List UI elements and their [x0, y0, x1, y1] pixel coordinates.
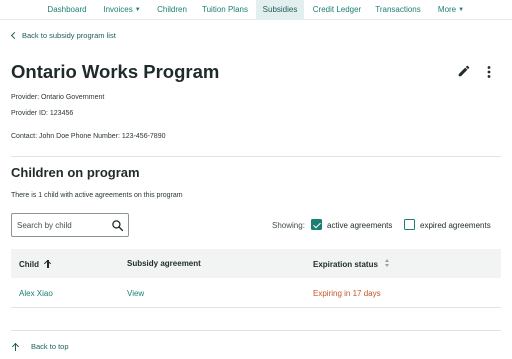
chevron-left-icon: [10, 31, 19, 40]
view-agreement-link[interactable]: View: [127, 289, 144, 298]
sort-icon: [384, 259, 390, 268]
contact-text: Contact: John Doe Phone Number: 123-456-…: [11, 133, 166, 140]
showing-label: Showing:: [272, 221, 305, 230]
table-header: [11, 249, 501, 278]
section-divider: [11, 156, 501, 157]
more-vertical-icon[interactable]: [483, 65, 495, 79]
column-expiration-status[interactable]: Expiration status: [313, 259, 390, 269]
arrow-up-icon: [12, 342, 19, 351]
edit-pencil-icon[interactable]: [457, 64, 471, 78]
expired-agreements-label[interactable]: expired agreements: [420, 221, 491, 230]
table-row-divider: [11, 307, 501, 308]
page-title: Ontario Works Program: [11, 61, 220, 82]
column-child-label: Child: [19, 260, 39, 269]
column-subsidy-agreement: Subsidy agreement: [127, 259, 201, 268]
active-agreements-label[interactable]: active agreements: [327, 221, 392, 230]
top-navigation: Dashboard Invoices ▼ Children Tuition Pla…: [0, 0, 512, 20]
column-expiration-status-label: Expiration status: [313, 260, 378, 269]
nav-transactions[interactable]: Transactions: [368, 0, 428, 20]
expiration-status: Expiring in 17 days: [313, 289, 381, 298]
back-to-top-label: Back to top: [31, 342, 69, 351]
nav-more[interactable]: More ▼: [430, 0, 472, 20]
sort-ascending-icon: [44, 259, 52, 268]
nav-credit-ledger[interactable]: Credit Ledger: [306, 0, 368, 20]
active-agreements-checkbox[interactable]: [311, 219, 322, 230]
nav-invoices-label: Invoices: [103, 5, 133, 14]
footer-divider: [11, 330, 501, 331]
section-title: Children on program: [11, 165, 140, 180]
provider-text: Provider: Ontario Government: [11, 94, 105, 101]
nav-subsidies[interactable]: Subsidies: [256, 0, 304, 20]
nav-credit-ledger-label: Credit Ledger: [312, 5, 362, 14]
nav-invoices[interactable]: Invoices ▼: [96, 0, 148, 20]
child-name-link[interactable]: Alex Xiao: [19, 289, 53, 298]
nav-dashboard-label: Dashboard: [47, 5, 87, 14]
nav-subsidies-label: Subsidies: [262, 5, 298, 14]
back-to-top-link[interactable]: Back to top: [12, 342, 69, 351]
nav-dashboard[interactable]: Dashboard: [38, 0, 96, 20]
search-box: [11, 213, 129, 237]
section-subtitle: There is 1 child with active agreements …: [11, 192, 183, 199]
nav-children[interactable]: Children: [148, 0, 196, 20]
column-child[interactable]: Child: [19, 259, 52, 269]
caret-down-icon: ▼: [134, 7, 141, 13]
expired-agreements-checkbox[interactable]: [404, 219, 415, 230]
search-input[interactable]: [17, 218, 101, 233]
search-icon[interactable]: [111, 219, 124, 232]
nav-transactions-label: Transactions: [375, 5, 421, 14]
nav-tuition-plans[interactable]: Tuition Plans: [196, 0, 254, 20]
nav-tuition-plans-label: Tuition Plans: [202, 5, 248, 14]
provider-id-text: Provider ID: 123456: [11, 110, 74, 117]
back-to-list-link[interactable]: Back to subsidy program list: [10, 31, 116, 40]
back-to-list-label: Back to subsidy program list: [22, 31, 116, 40]
nav-children-label: Children: [157, 5, 187, 14]
nav-more-label: More: [437, 5, 457, 14]
caret-down-icon: ▼: [458, 7, 465, 13]
